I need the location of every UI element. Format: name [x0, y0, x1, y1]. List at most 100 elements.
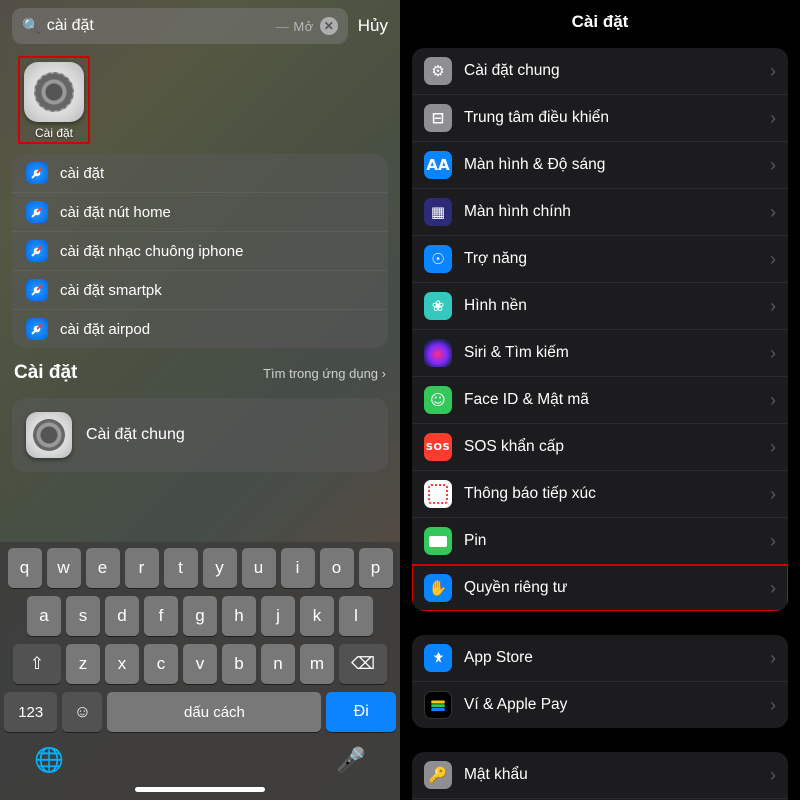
- home-indicator[interactable]: [135, 787, 265, 792]
- clear-icon[interactable]: ✕: [320, 17, 338, 35]
- safari-icon: [26, 201, 48, 223]
- key-c[interactable]: c: [144, 644, 178, 684]
- chevron-right-icon: ›: [770, 765, 776, 786]
- settings-app-icon: [26, 412, 72, 458]
- settings-row-label: SOS khẩn cấp: [464, 438, 758, 456]
- face-icon: ☺: [424, 386, 452, 414]
- suggestion-row[interactable]: cài đặt airpod: [12, 310, 388, 348]
- settings-row-general[interactable]: ⚙ Cài đặt chung ›: [412, 48, 788, 95]
- sos-icon: SOS: [424, 433, 452, 461]
- search-input[interactable]: [47, 17, 270, 35]
- search-suggestions: cài đặt cài đặt nút home cài đặt nhạc ch…: [12, 154, 388, 348]
- settings-row-label: Trung tâm điều khiển: [464, 109, 758, 127]
- spotlight-screen: 🔍 Mở ✕ Hủy Cài đặt cài đặt cài đặt nút h…: [0, 0, 400, 800]
- battery-icon: [424, 527, 452, 555]
- key-q[interactable]: q: [8, 548, 42, 588]
- key-u[interactable]: u: [242, 548, 276, 588]
- settings-row-access[interactable]: ☉Trợ năng›: [412, 236, 788, 283]
- chevron-right-icon: ›: [770, 155, 776, 176]
- suggestion-text: cài đặt nhạc chuông iphone: [60, 243, 243, 260]
- settings-row-password[interactable]: 🔑Mật khẩu›: [412, 752, 788, 799]
- settings-row-privacy[interactable]: ✋Quyền riêng tư›: [412, 565, 788, 611]
- settings-row-exposure[interactable]: Thông báo tiếp xúc›: [412, 471, 788, 518]
- in-app-result[interactable]: Cài đặt chung: [12, 398, 388, 472]
- section-header: Cài đặt Tìm trong ứng dụng: [0, 348, 400, 388]
- keyboard[interactable]: qwertyuiop asdfghjkl ⇧ zxcvbnm ⌫ 123 ☺ d…: [0, 542, 400, 800]
- settings-row-siri[interactable]: Siri & Tìm kiếm›: [412, 330, 788, 377]
- key-r[interactable]: r: [125, 548, 159, 588]
- settings-row-label: App Store: [464, 649, 758, 667]
- safari-icon: [26, 240, 48, 262]
- chevron-right-icon: ›: [770, 695, 776, 716]
- wallet-icon: [424, 691, 452, 719]
- search-field-container[interactable]: 🔍 Mở ✕: [12, 8, 348, 44]
- wall-icon: ❀: [424, 292, 452, 320]
- chevron-right-icon: ›: [770, 531, 776, 552]
- settings-scroll[interactable]: ⚙Cài đặt chung›⊟Trung tâm điều khiển›AAM…: [400, 44, 800, 800]
- top-hit-app[interactable]: Cài đặt: [18, 56, 90, 144]
- settings-row-label: Trợ năng: [464, 250, 758, 268]
- key-l[interactable]: l: [339, 596, 373, 636]
- key-z[interactable]: z: [66, 644, 100, 684]
- settings-row-wallet[interactable]: Ví & Apple Pay ›: [412, 682, 788, 728]
- settings-row-battery[interactable]: Pin›: [412, 518, 788, 565]
- suggestion-text: cài đặt: [60, 165, 104, 182]
- key-p[interactable]: p: [359, 548, 393, 588]
- chevron-right-icon: ›: [770, 249, 776, 270]
- settings-title: Cài đặt: [400, 0, 800, 44]
- key-o[interactable]: o: [320, 548, 354, 588]
- chevron-right-icon: ›: [770, 296, 776, 317]
- settings-app-icon: [24, 62, 84, 122]
- suggestion-row[interactable]: cài đặt: [12, 154, 388, 193]
- key-k[interactable]: k: [300, 596, 334, 636]
- chevron-right-icon: ›: [770, 343, 776, 364]
- key-go[interactable]: Đi: [326, 692, 396, 732]
- key-h[interactable]: h: [222, 596, 256, 636]
- key-j[interactable]: j: [261, 596, 295, 636]
- settings-row-display[interactable]: AA Màn hình & Độ sáng ›: [412, 142, 788, 189]
- settings-row-appstore[interactable]: App Store›: [412, 635, 788, 682]
- chevron-right-icon: ›: [770, 61, 776, 82]
- globe-icon[interactable]: 🌐: [34, 746, 64, 775]
- settings-row-wall[interactable]: ❀Hình nền›: [412, 283, 788, 330]
- key-m[interactable]: m: [300, 644, 334, 684]
- key-g[interactable]: g: [183, 596, 217, 636]
- key-emoji[interactable]: ☺: [62, 692, 102, 732]
- settings-screen: Cài đặt ⚙Cài đặt chung›⊟Trung tâm điều k…: [400, 0, 800, 800]
- key-e[interactable]: e: [86, 548, 120, 588]
- settings-row-sos[interactable]: SOSSOS khẩn cấp›: [412, 424, 788, 471]
- key-space[interactable]: dấu cách: [107, 692, 321, 732]
- key-s[interactable]: s: [66, 596, 100, 636]
- key-b[interactable]: b: [222, 644, 256, 684]
- mic-icon[interactable]: 🎤: [336, 746, 366, 775]
- suggestion-row[interactable]: cài đặt smartpk: [12, 271, 388, 310]
- cancel-button[interactable]: Hủy: [358, 16, 388, 36]
- settings-row-face[interactable]: ☺Face ID & Mật mã›: [412, 377, 788, 424]
- settings-row-control[interactable]: ⊟Trung tâm điều khiển›: [412, 95, 788, 142]
- key-f[interactable]: f: [144, 596, 178, 636]
- key-i[interactable]: i: [281, 548, 315, 588]
- chevron-right-icon: ›: [770, 108, 776, 129]
- key-shift[interactable]: ⇧: [13, 644, 61, 684]
- key-x[interactable]: x: [105, 644, 139, 684]
- key-n[interactable]: n: [261, 644, 295, 684]
- key-a[interactable]: a: [27, 596, 61, 636]
- settings-row-label: Ví & Apple Pay: [464, 696, 758, 714]
- key-numbers[interactable]: 123: [4, 692, 57, 732]
- general-icon: ⚙: [424, 57, 452, 85]
- key-d[interactable]: d: [105, 596, 139, 636]
- settings-row-home[interactable]: ▦Màn hình chính›: [412, 189, 788, 236]
- key-t[interactable]: t: [164, 548, 198, 588]
- safari-icon: [26, 279, 48, 301]
- key-backspace[interactable]: ⌫: [339, 644, 387, 684]
- display-icon: AA: [424, 151, 452, 179]
- suggestion-row[interactable]: cài đặt nút home: [12, 193, 388, 232]
- key-v[interactable]: v: [183, 644, 217, 684]
- chevron-right-icon: ›: [770, 390, 776, 411]
- settings-row-label: Màn hình & Độ sáng: [464, 156, 758, 174]
- key-w[interactable]: w: [47, 548, 81, 588]
- settings-row-label: Cài đặt chung: [464, 62, 758, 80]
- search-in-app-link[interactable]: Tìm trong ứng dụng: [263, 366, 386, 381]
- suggestion-row[interactable]: cài đặt nhạc chuông iphone: [12, 232, 388, 271]
- key-y[interactable]: y: [203, 548, 237, 588]
